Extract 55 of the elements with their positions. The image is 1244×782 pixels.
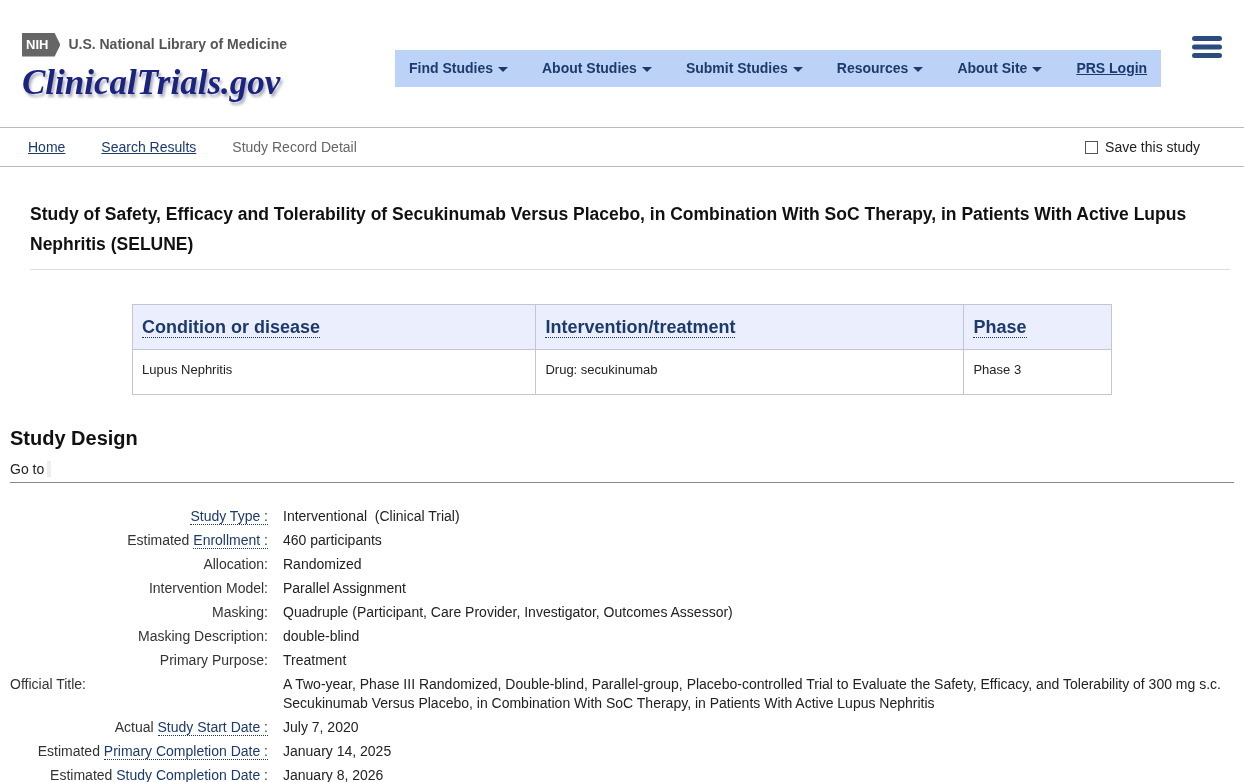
table-cell: Phase 3 [963,349,1112,394]
goto-label: Go to [10,460,52,477]
term-link[interactable]: Study Start Date : [157,718,268,736]
nav-menu-button[interactable]: About Studies [542,58,652,79]
nav-menu-button[interactable]: Submit Studies [685,58,803,79]
field-label: Estimated [37,742,100,759]
field-label: Estimated [50,766,113,782]
field-value: January 8, 2026 [283,765,385,782]
column-header: Intervention/treatment [535,304,964,350]
field-value: January 14, 2025 [283,741,393,761]
term-link[interactable]: Enrollment : [193,531,268,549]
field-label: Actual [114,718,154,735]
field-value: Treatment [283,650,348,670]
nav-menu-button[interactable]: About Site [957,58,1043,79]
save-checkbox[interactable] [1085,140,1099,154]
field-label: Masking: [210,602,268,622]
nav-menu-button[interactable]: Find Studies [409,58,508,79]
nih-badge: NIH [22,33,61,57]
caret-icon [913,66,924,72]
field-value: Randomized [283,554,363,574]
column-header: Phase [963,304,1112,350]
nav-link[interactable]: PRS Login [1076,58,1148,79]
term-link[interactable]: Study Completion Date : [116,766,268,782]
field-value: July 7, 2020 [283,717,360,737]
breadcrumb-link[interactable]: Home [28,136,66,158]
nav-menu-button[interactable]: Resources [836,58,924,79]
site-title[interactable]: ClinicalTrials.gov [22,56,287,109]
menu-icon[interactable] [1192,36,1222,58]
save-label[interactable]: Save this study [1105,138,1200,155]
agency-name: U.S. National Library of Medicine [68,35,287,55]
field-value: Quadruple (Participant, Care Provider, Investigator, Outcomes Assessor) [283,602,734,622]
field-label: Intervention Model: [147,578,268,598]
field-label: Masking Description: [137,626,268,646]
caret-icon [641,66,652,72]
study-title: Study of Safety, Efficacy and Tolerability of Secukinumab Versus Placebo, in Combination With SoC Therapy, in Patients With Active Lupus Nephritis (SELUNE) [30,167,1230,270]
field-label: Official Title: [10,674,87,694]
column-header: Condition or disease [132,304,536,350]
table-cell: Lupus Nephritis [132,349,536,394]
field-value: Interventional (Clinical Trial) [283,506,461,526]
field-label: Primary Purpose: [158,650,268,670]
caret-icon [792,66,803,72]
section-heading: Study Design [10,425,139,451]
field-value: double-blind [283,626,361,646]
field-label: Estimated [127,531,190,548]
table-cell: Drug: secukinumab [535,349,964,394]
term-link[interactable]: Study Type : [190,507,268,525]
field-value: Parallel Assignment [283,578,407,598]
breadcrumb-current: Study Record Detail [232,137,357,157]
field-value: 460 participants [283,530,383,550]
field-value: A Two-year, Phase III Randomized, Double-blind, Parallel-group, Placebo-controlled Trial to Evaluate the Safety, Efficacy, and Tolerability of 300 mg s.c. Secukinumab Versus Placebo, in Combination With SoC Therapy, in Patients With Active Lupus Nephritis [283,674,1222,713]
field-label: Allocation: [202,554,268,574]
breadcrumb-link[interactable]: Search Results [101,136,197,158]
caret-icon [498,66,508,72]
caret-icon [1032,66,1043,72]
term-link[interactable]: Primary Completion Date : [103,742,268,760]
